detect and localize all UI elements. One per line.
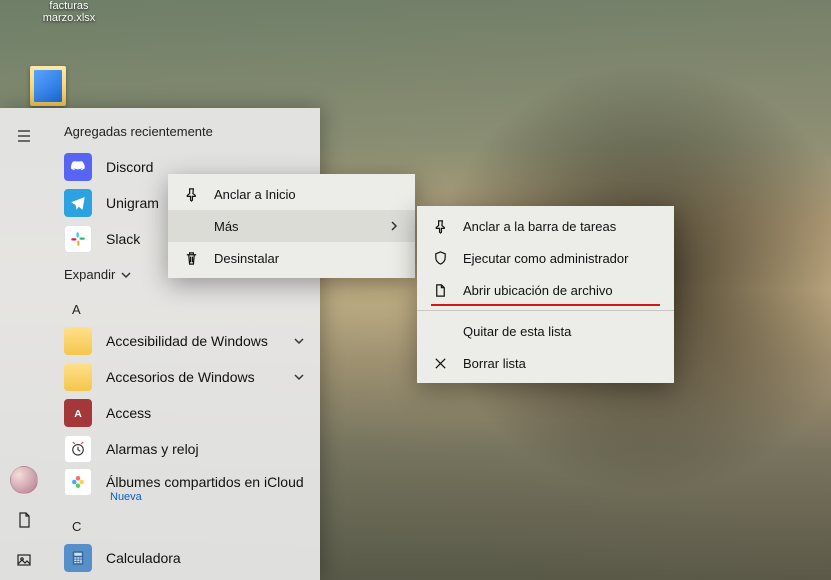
access-icon: A — [64, 399, 92, 427]
desktop-file-facturas[interactable]: facturas marzo.xlsx — [34, 0, 104, 24]
ctx-label: Abrir ubicación de archivo — [463, 283, 613, 298]
ctx-uninstall[interactable]: Desinstalar — [168, 242, 415, 274]
ctx-label: Quitar de esta lista — [463, 324, 571, 339]
ctx-run-as-admin[interactable]: Ejecutar como administrador — [417, 242, 674, 274]
app-label: Slack — [106, 231, 140, 247]
highlight-underline — [431, 304, 660, 306]
trash-icon — [182, 251, 200, 266]
app-row-alarmas[interactable]: Alarmas y reloj — [48, 431, 320, 467]
file-location-icon — [431, 283, 449, 298]
ctx-label: Borrar lista — [463, 356, 526, 371]
app-row-accesorios[interactable]: Accesorios de Windows — [48, 359, 320, 395]
pictures-icon[interactable] — [4, 540, 44, 580]
expand-label: Expandir — [64, 267, 115, 282]
separator — [417, 310, 674, 311]
app-label: Accesibilidad de Windows — [106, 333, 268, 349]
chevron-down-icon — [121, 270, 131, 280]
ctx-label: Más — [214, 219, 239, 234]
desktop-wallpaper: facturas marzo.xlsx Agregadas recienteme… — [0, 0, 831, 580]
app-label: Alarmas y reloj — [106, 441, 199, 457]
letter-header-c[interactable]: C — [48, 509, 320, 540]
ctx-pin-to-taskbar[interactable]: Anclar a la barra de tareas — [417, 210, 674, 242]
calculator-icon — [64, 544, 92, 572]
start-rail — [0, 108, 48, 580]
chevron-down-icon — [294, 372, 304, 382]
file-label: facturas marzo.xlsx — [34, 0, 104, 24]
ctx-label: Ejecutar como administrador — [463, 251, 628, 266]
clock-icon — [64, 435, 92, 463]
ctx-pin-to-start[interactable]: Anclar a Inicio — [168, 178, 415, 210]
ctx-label: Desinstalar — [214, 251, 279, 266]
folder-icon — [64, 327, 92, 355]
app-label: Accesorios de Windows — [106, 369, 255, 385]
ctx-label: Anclar a Inicio — [214, 187, 296, 202]
photos-icon — [64, 468, 92, 496]
close-icon — [431, 356, 449, 371]
pin-icon — [431, 219, 449, 234]
ctx-clear-list[interactable]: Borrar lista — [417, 347, 674, 379]
app-row-access[interactable]: A Access — [48, 395, 320, 431]
slack-icon — [64, 225, 92, 253]
app-label: Álbumes compartidos en iCloud — [106, 474, 304, 490]
app-row-accesibilidad[interactable]: Accesibilidad de Windows — [48, 323, 320, 359]
svg-text:A: A — [74, 408, 82, 420]
user-avatar[interactable] — [4, 460, 44, 500]
context-menu-more: Anclar a la barra de tareas Ejecutar com… — [417, 206, 674, 383]
app-row-calculadora[interactable]: Calculadora — [48, 540, 320, 576]
app-label: Unigram — [106, 195, 159, 211]
recent-header: Agregadas recientemente — [48, 116, 320, 149]
context-menu-primary: Anclar a Inicio Más Desinstalar — [168, 174, 415, 278]
ctx-open-file-location[interactable]: Abrir ubicación de archivo — [417, 274, 674, 306]
desktop-shortcut-folder[interactable] — [30, 66, 66, 106]
pin-icon — [182, 187, 200, 202]
telegram-icon — [64, 189, 92, 217]
ctx-more[interactable]: Más — [168, 210, 415, 242]
hamburger-icon[interactable] — [4, 116, 44, 156]
discord-icon — [64, 153, 92, 181]
ctx-label: Anclar a la barra de tareas — [463, 219, 616, 234]
shield-icon — [431, 251, 449, 266]
chevron-down-icon — [294, 336, 304, 346]
app-label: Calculadora — [106, 550, 181, 566]
ctx-remove-from-list[interactable]: Quitar de esta lista — [417, 315, 674, 347]
documents-icon[interactable] — [4, 500, 44, 540]
folder-icon — [64, 363, 92, 391]
letter-header-a[interactable]: A — [48, 292, 320, 323]
chevron-right-icon — [389, 219, 399, 234]
app-label: Access — [106, 405, 151, 421]
app-label: Discord — [106, 159, 153, 175]
